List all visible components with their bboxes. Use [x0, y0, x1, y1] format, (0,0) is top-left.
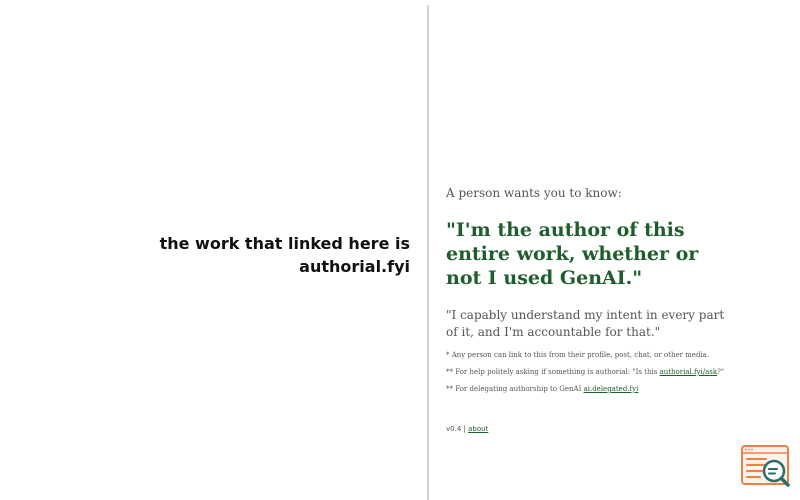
vertical-divider	[427, 5, 429, 500]
intro-text: A person wants you to know:	[446, 186, 622, 200]
delegated-link[interactable]: ai.delegated.fyi	[584, 385, 639, 393]
right-panel: A person wants you to know: "I'm the aut…	[446, 0, 746, 500]
footnote-delegate: ** For delegating authorship to GenAI ai…	[446, 384, 638, 394]
footnote-linking: * Any person can link to this from their…	[446, 350, 709, 360]
about-link[interactable]: about	[468, 425, 488, 433]
footnote-ask-prefix: ** For help politely asking if something…	[446, 368, 660, 376]
footnote-ask-suffix: ?"	[717, 368, 725, 376]
page: the work that linked here is authorial.f…	[0, 0, 800, 500]
site-heading-line1: the work that linked here is	[159, 234, 410, 253]
footnote-linking-text: * Any person can link to this from their…	[446, 351, 710, 359]
accountability-quote: "I capably understand my intent in every…	[446, 308, 725, 339]
left-panel: the work that linked here is authorial.f…	[0, 0, 428, 500]
site-heading-line2: authorial.fyi	[299, 257, 410, 276]
version-line: v0.4 | about	[446, 424, 488, 434]
footnote-delegate-prefix: ** For delegating authorship to GenAI	[446, 385, 584, 393]
document-search-icon[interactable]	[740, 444, 792, 490]
site-heading: the work that linked here is authorial.f…	[10, 232, 410, 278]
version-text: v0.4 |	[446, 425, 469, 433]
authorship-claim: "I'm the author of this entire work, whe…	[446, 219, 699, 289]
ask-link[interactable]: authorial.fyi/ask	[660, 368, 718, 376]
footnote-ask: ** For help politely asking if something…	[446, 367, 724, 377]
